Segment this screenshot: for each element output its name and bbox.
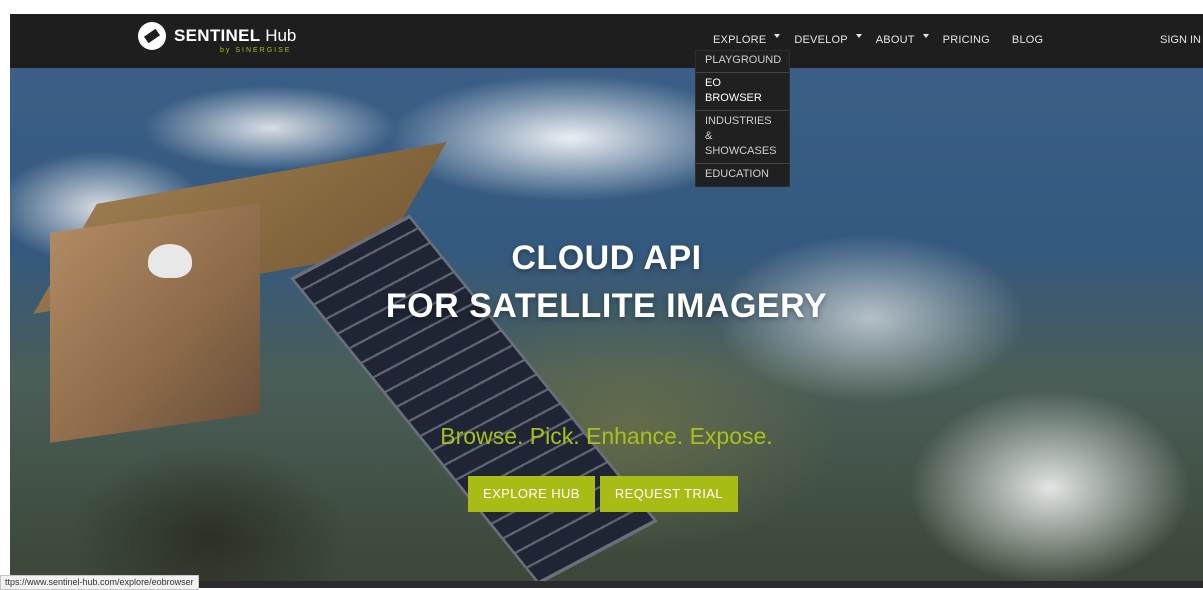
logo[interactable]: SENTINEL Hub by SINERGISE [138,22,296,54]
caret-down-icon [922,34,929,38]
sign-in-link[interactable]: SIGN IN [1160,34,1201,46]
logo-name-light: Hub [265,26,297,45]
dropdown-item-eo-browser[interactable]: EO BROWSER [696,72,789,110]
nav-explore[interactable]: EXPLORE [713,34,781,46]
request-trial-button[interactable]: REQUEST TRIAL [599,476,738,512]
logo-name-bold: SENTINEL [174,26,261,45]
nav-about[interactable]: ABOUT [876,34,929,46]
hero-title-line1: CLOUD API [511,239,702,277]
explore-hub-button[interactable]: EXPLORE HUB [468,476,595,512]
hero-title-line2: FOR SATELLITE IMAGERY [385,287,828,325]
explore-dropdown: PLAYGROUND EO BROWSER INDUSTRIES & SHOWC… [695,50,790,187]
hero-section: CLOUD API FOR SATELLITE IMAGERY Browse. … [10,68,1203,581]
nav-blog-label: BLOG [1011,34,1044,46]
caret-down-icon [774,34,781,38]
caret-down-icon [855,34,862,38]
logo-text: SENTINEL Hub [174,27,296,45]
nav-blog[interactable]: BLOG [1012,34,1043,46]
satellite-logo-icon [138,22,166,50]
navbar: SENTINEL Hub by SINERGISE EXPLORE DEVELO… [10,14,1203,68]
nav-develop-label: DEVELOP [794,34,848,46]
main-nav: EXPLORE DEVELOP ABOUT PRICING BLOG [713,34,1057,46]
nav-pricing[interactable]: PRICING [943,34,990,46]
dropdown-item-education[interactable]: EDUCATION [696,163,789,186]
page: SENTINEL Hub by SINERGISE EXPLORE DEVELO… [10,14,1203,588]
nav-explore-label: EXPLORE [713,34,767,46]
hero-buttons: EXPLORE HUB REQUEST TRIAL [468,476,738,512]
nav-develop[interactable]: DEVELOP [794,34,862,46]
dropdown-item-industries[interactable]: INDUSTRIES & SHOWCASES [696,110,789,163]
hero-tagline: Browse. Pick. Enhance. Expose. [440,423,773,449]
nav-about-label: ABOUT [875,34,915,46]
dropdown-item-playground[interactable]: PLAYGROUND [696,51,789,72]
logo-subtitle: by SINERGISE [220,47,292,54]
nav-pricing-label: PRICING [942,34,990,46]
